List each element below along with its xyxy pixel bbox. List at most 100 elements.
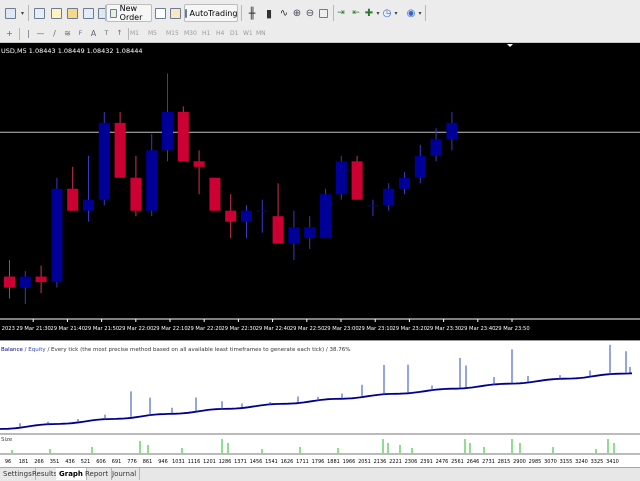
bar-chart-icon[interactable]: ╫ (244, 4, 260, 22)
graph-x-label: 1541 (265, 459, 278, 465)
candle-body (351, 161, 363, 200)
legend-description: / Every tick (the most precise method ba… (46, 347, 351, 353)
timeframe-d1-button[interactable]: D1 (230, 28, 238, 40)
time-axis-label: 29 Mar 21:30 (16, 326, 51, 332)
timeframe-h1-button[interactable]: H1 (202, 28, 210, 40)
line-chart-icon[interactable]: ∿ (278, 4, 290, 22)
graph-x-label: 521 (81, 459, 91, 465)
graph-x-label: 2815 (498, 459, 511, 465)
graph-x-label: 2136 (374, 459, 387, 465)
timeframe-mn-button[interactable]: MN (256, 28, 266, 40)
graph-x-label: 1796 (312, 459, 325, 465)
graph-x-label: 1626 (281, 459, 294, 465)
graph-x-label: 266 (34, 459, 44, 465)
tile-windows-icon[interactable] (317, 4, 329, 22)
candle-body (446, 122, 458, 140)
graph-x-label: 861 (143, 459, 153, 465)
legend-equity: Equity (28, 347, 46, 353)
chart-shift-icon[interactable]: ⇤ (349, 4, 363, 22)
time-axis-label: 29 Mar 22:30 (221, 326, 256, 332)
graph-x-label: 606 (96, 459, 106, 465)
graph-x-label: 3240 (575, 459, 588, 465)
channel-icon[interactable]: ≋ (63, 29, 72, 38)
time-axis-label: 29 Mar 23:50 (495, 326, 530, 332)
label-icon[interactable]: T (102, 29, 111, 38)
candle-body (193, 161, 205, 167)
templates-dropdown-icon[interactable]: ▾ (417, 4, 423, 22)
candle-body (35, 276, 47, 283)
candle-body (209, 177, 221, 211)
autotrading-button[interactable]: AutoTrading (184, 4, 238, 22)
timeframe-m30-button[interactable]: M30 (184, 28, 197, 40)
indicators-icon[interactable]: ✚ (363, 4, 375, 22)
toolbar-separator (128, 28, 129, 40)
new-chart-dropdown-icon[interactable]: ▾ (18, 4, 27, 22)
timeframe-m15-button[interactable]: M15 (166, 28, 179, 40)
zoom-out-icon[interactable]: ⊖ (304, 4, 316, 22)
text-icon[interactable]: A (89, 29, 98, 38)
vertical-line-icon[interactable]: | (24, 29, 33, 38)
candle-body (320, 194, 331, 239)
new-order-label: New Order (119, 4, 143, 22)
graph-x-label: 1881 (327, 459, 340, 465)
time-axis-label: 29 Mar 2023 (0, 326, 15, 332)
time-axis-label: 29 Mar 23:40 (461, 326, 496, 332)
metaeditor-icon[interactable] (168, 4, 182, 22)
periods-dropdown-icon[interactable]: ▾ (393, 4, 399, 22)
time-axis-label: 29 Mar 23:20 (392, 326, 427, 332)
crosshair-icon[interactable]: + (5, 29, 14, 38)
profiles-icon[interactable] (31, 4, 47, 22)
graph-x-label: 2985 (529, 459, 542, 465)
new-order-button[interactable]: New Order (106, 4, 152, 22)
timeframe-m5-button[interactable]: M5 (148, 28, 157, 40)
tab-journal[interactable]: Journal (109, 468, 141, 480)
candle-body (4, 276, 15, 288)
toolbar-separator (425, 5, 426, 21)
tab-report[interactable]: Report (82, 468, 113, 480)
candlestick-icon[interactable]: ▮ (261, 4, 277, 22)
chart-header: USD,M5 1.08443 1.08449 1.08432 1.08444 (1, 47, 142, 55)
graph-x-label: 1286 (219, 459, 232, 465)
balance-equity-graph: Balance / Equity / Every tick (the most … (0, 344, 640, 465)
time-axis-label: 29 Mar 22:00 (119, 326, 154, 332)
graph-x-label: 181 (19, 459, 29, 465)
graph-x-label: 2221 (389, 459, 402, 465)
templates-icon[interactable]: ◉ (405, 4, 417, 22)
graph-x-label: 1456 (250, 459, 263, 465)
navigator-icon[interactable] (80, 4, 96, 22)
time-axis-label: 29 Mar 22:20 (187, 326, 222, 332)
graph-x-label: 96 (5, 459, 11, 465)
strategy-tester-icon[interactable] (153, 4, 167, 22)
time-axis-label: 29 Mar 23:30 (427, 326, 462, 332)
trendline-icon[interactable]: / (50, 29, 59, 38)
timeframe-m1-button[interactable]: M1 (130, 28, 139, 40)
candle-body (130, 177, 142, 211)
candle-body (272, 216, 284, 244)
graph-x-label: 2306 (405, 459, 418, 465)
legend-balance: Balance (1, 347, 24, 353)
market-watch-icon[interactable] (48, 4, 64, 22)
candle-body (288, 227, 300, 244)
graph-x-label: 776 (127, 459, 137, 465)
candle-body (19, 276, 31, 288)
price-chart[interactable]: USD,M5 1.08443 1.08449 1.08432 1.08444 2… (0, 43, 640, 340)
time-axis-label: 29 Mar 23:00 (324, 326, 359, 332)
arrow-icon[interactable]: ↑ (115, 29, 124, 38)
candle-body (225, 210, 237, 222)
graph-x-label: 3410 (606, 459, 619, 465)
horizontal-line-icon[interactable]: — (36, 29, 45, 38)
data-window-icon[interactable] (64, 4, 80, 22)
new-chart-icon[interactable] (2, 4, 18, 22)
periods-icon[interactable]: ◷ (381, 4, 393, 22)
toolbar-separator (241, 5, 242, 21)
auto-scroll-icon[interactable]: ⇥ (334, 4, 348, 22)
timeframe-h4-button[interactable]: H4 (216, 28, 224, 40)
fibonacci-icon[interactable]: F (76, 29, 85, 38)
candle-body (83, 199, 94, 211)
time-axis-label: 29 Mar 21:50 (85, 326, 120, 332)
time-axis-label: 29 Mar 22:10 (153, 326, 188, 332)
time-axis-label: 29 Mar 23:10 (358, 326, 393, 332)
graph-x-label: 2900 (513, 459, 526, 465)
zoom-in-icon[interactable]: ⊕ (291, 4, 303, 22)
timeframe-w1-button[interactable]: W1 (243, 28, 253, 40)
